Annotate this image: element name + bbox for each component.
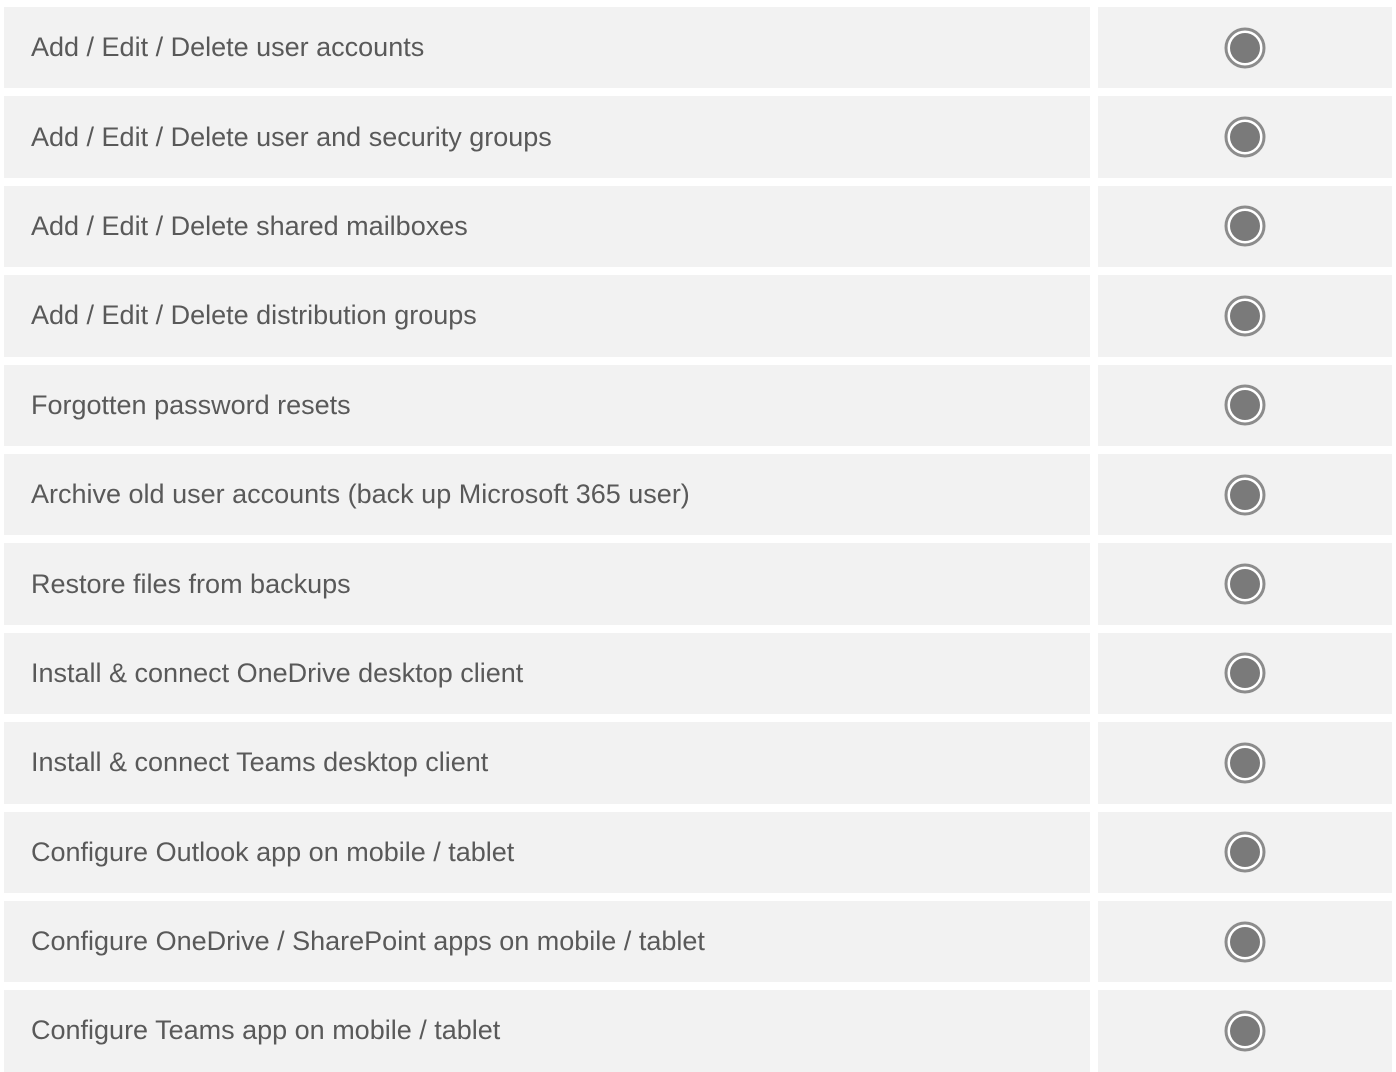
filled-circle-icon <box>1224 742 1266 784</box>
filled-circle-icon <box>1224 563 1266 605</box>
row-label: Add / Edit / Delete user and security gr… <box>4 96 1090 178</box>
row-status-cell <box>1098 632 1392 715</box>
row-label: Forgotten password resets <box>4 364 1090 446</box>
filled-circle-icon <box>1224 27 1266 69</box>
row-label: Restore files from backups <box>4 543 1090 625</box>
filled-circle-icon <box>1224 205 1266 247</box>
row-status-cell <box>1098 96 1392 178</box>
table-row: Add / Edit / Delete shared mailboxes <box>4 185 1392 268</box>
row-label: Install & connect Teams desktop client <box>4 722 1090 804</box>
table-row: Install & connect OneDrive desktop clien… <box>4 632 1392 715</box>
filled-circle-icon <box>1224 1010 1266 1052</box>
row-label: Add / Edit / Delete user accounts <box>4 7 1090 89</box>
row-status-cell <box>1098 900 1392 983</box>
services-table: Add / Edit / Delete user accounts Add / … <box>4 7 1392 1072</box>
filled-circle-icon <box>1224 831 1266 873</box>
filled-circle-icon <box>1224 384 1266 426</box>
row-status-cell <box>1098 722 1392 804</box>
table-row: Forgotten password resets <box>4 364 1392 446</box>
filled-circle-icon <box>1224 474 1266 516</box>
row-status-cell <box>1098 990 1392 1072</box>
row-label: Add / Edit / Delete shared mailboxes <box>4 185 1090 268</box>
table-row: Add / Edit / Delete user and security gr… <box>4 96 1392 178</box>
row-status-cell <box>1098 185 1392 268</box>
row-status-cell <box>1098 364 1392 446</box>
table-row: Configure Outlook app on mobile / tablet <box>4 811 1392 893</box>
row-label: Archive old user accounts (back up Micro… <box>4 453 1090 536</box>
row-label: Install & connect OneDrive desktop clien… <box>4 632 1090 715</box>
row-label: Configure Outlook app on mobile / tablet <box>4 811 1090 893</box>
table-row: Configure OneDrive / SharePoint apps on … <box>4 900 1392 983</box>
row-status-cell <box>1098 543 1392 625</box>
row-label: Add / Edit / Delete distribution groups <box>4 275 1090 357</box>
table-row: Add / Edit / Delete user accounts <box>4 7 1392 89</box>
table-row: Archive old user accounts (back up Micro… <box>4 453 1392 536</box>
row-status-cell <box>1098 453 1392 536</box>
table-row: Configure Teams app on mobile / tablet <box>4 990 1392 1072</box>
filled-circle-icon <box>1224 295 1266 337</box>
row-status-cell <box>1098 7 1392 89</box>
table-row: Add / Edit / Delete distribution groups <box>4 275 1392 357</box>
filled-circle-icon <box>1224 921 1266 963</box>
row-label: Configure OneDrive / SharePoint apps on … <box>4 900 1090 983</box>
table-row: Install & connect Teams desktop client <box>4 722 1392 804</box>
filled-circle-icon <box>1224 116 1266 158</box>
row-status-cell <box>1098 275 1392 357</box>
row-label: Configure Teams app on mobile / tablet <box>4 990 1090 1072</box>
table-row: Restore files from backups <box>4 543 1392 625</box>
row-status-cell <box>1098 811 1392 893</box>
filled-circle-icon <box>1224 652 1266 694</box>
